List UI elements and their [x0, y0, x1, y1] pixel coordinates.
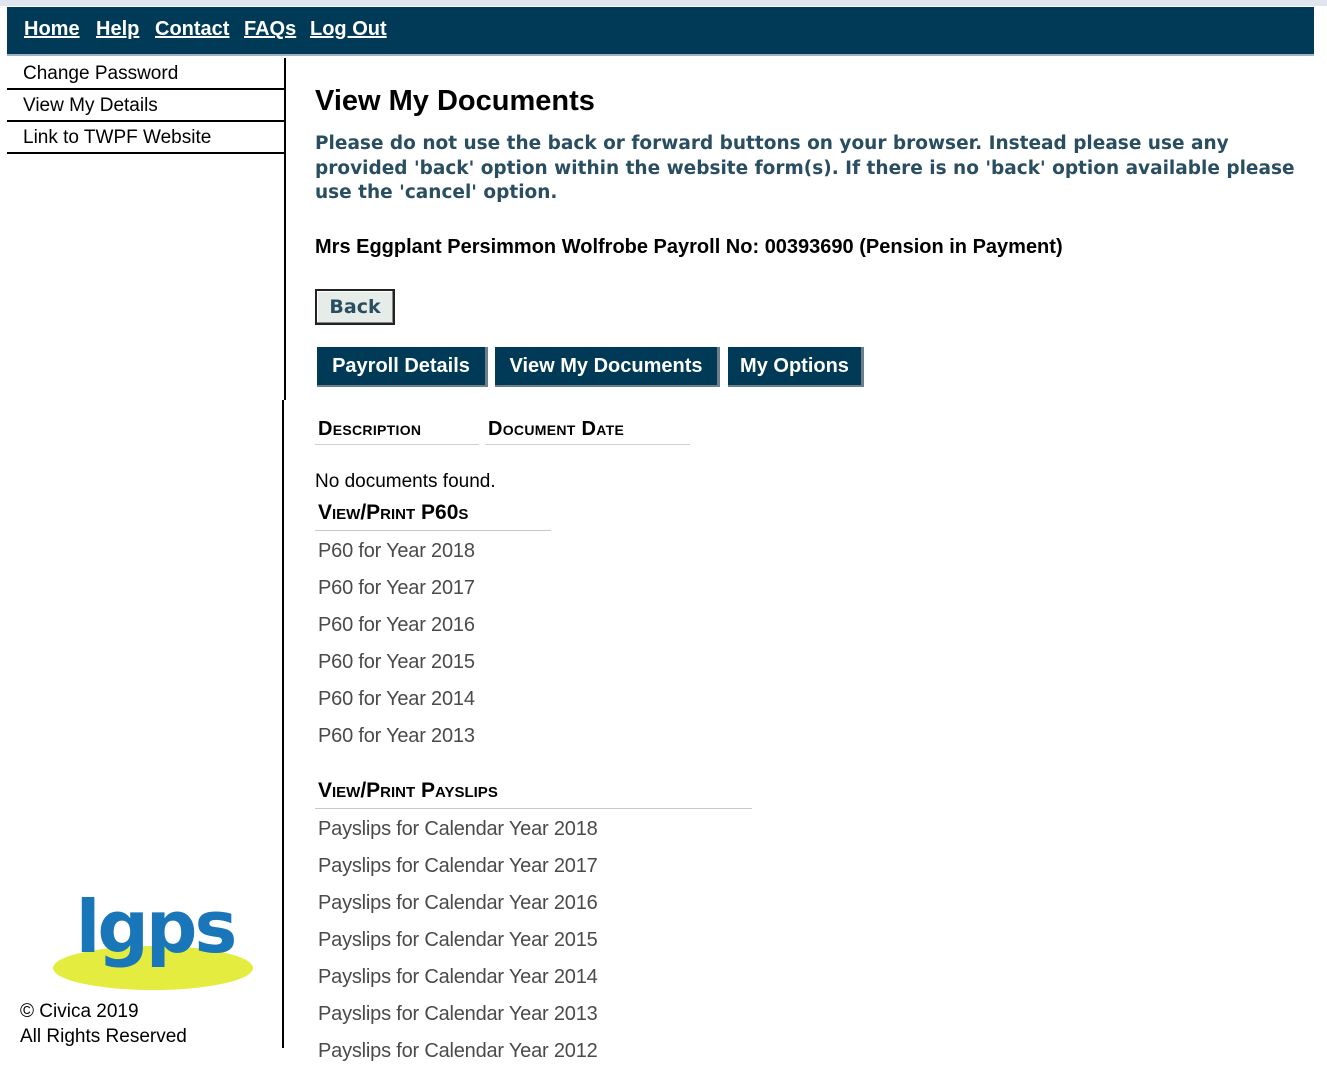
sidebar-item-twpf-website[interactable]: Link to TWPF Website: [7, 122, 284, 154]
column-header-description[interactable]: Description: [315, 415, 479, 445]
payslips-link-2017[interactable]: Payslips for Calendar Year 2017: [318, 855, 598, 878]
member-info: Mrs Eggplant Persimmon Wolfrobe Payroll …: [315, 236, 1063, 258]
no-documents-message: No documents found.: [315, 471, 496, 492]
svg-text:lgps: lgps: [76, 888, 235, 969]
p60-link-2014[interactable]: P60 for Year 2014: [318, 688, 475, 711]
nav-contact-link[interactable]: Contact: [155, 18, 229, 41]
p60-link-2013[interactable]: P60 for Year 2013: [318, 725, 475, 748]
column-header-document-date[interactable]: Document Date: [485, 415, 690, 445]
sidebar-item-change-password[interactable]: Change Password: [7, 58, 284, 90]
payslips-link-2014[interactable]: Payslips for Calendar Year 2014: [318, 966, 598, 989]
copyright-line-1: © Civica 2019: [20, 1001, 139, 1022]
p60-link-2018[interactable]: P60 for Year 2018: [318, 540, 475, 563]
lgps-logo: lgps: [53, 888, 253, 990]
browser-top-strip: [0, 0, 1327, 6]
p60-link-2017[interactable]: P60 for Year 2017: [318, 577, 475, 600]
tab-my-options[interactable]: My Options: [728, 347, 864, 387]
copyright-line-2: All Rights Reserved: [20, 1026, 187, 1047]
copyright: © Civica 2019 All Rights Reserved: [20, 999, 187, 1049]
payslips-link-2018[interactable]: Payslips for Calendar Year 2018: [318, 818, 598, 841]
p60-link-2016[interactable]: P60 for Year 2016: [318, 614, 475, 637]
payslips-link-2016[interactable]: Payslips for Calendar Year 2016: [318, 892, 598, 915]
p60-section-heading: View/Print P60s: [315, 498, 551, 531]
page-title: View My Documents: [315, 85, 595, 117]
browser-navigation-notice: Please do not use the back or forward bu…: [315, 133, 1295, 203]
sidebar-divider: [282, 400, 284, 1048]
payslips-link-2012[interactable]: Payslips for Calendar Year 2012: [318, 1040, 598, 1063]
nav-faqs-link[interactable]: FAQs: [244, 18, 296, 41]
sidebar-item-view-my-details[interactable]: View My Details: [7, 90, 284, 122]
sidebar: Change Password View My Details Link to …: [7, 58, 286, 400]
payslips-link-2013[interactable]: Payslips for Calendar Year 2013: [318, 1003, 598, 1026]
nav-logout-link[interactable]: Log Out: [310, 18, 387, 41]
payslips-link-2015[interactable]: Payslips for Calendar Year 2015: [318, 929, 598, 952]
p60-link-2015[interactable]: P60 for Year 2015: [318, 651, 475, 674]
tab-payroll-details[interactable]: Payroll Details: [317, 347, 488, 387]
payslips-section-heading: View/Print Payslips: [315, 776, 752, 809]
nav-home-link[interactable]: Home: [24, 18, 80, 41]
back-button[interactable]: Back: [315, 289, 395, 325]
tab-view-my-documents[interactable]: View My Documents: [495, 347, 720, 387]
top-navigation-bar: Home Help Contact FAQs Log Out: [7, 7, 1314, 56]
nav-help-link[interactable]: Help: [96, 18, 139, 41]
